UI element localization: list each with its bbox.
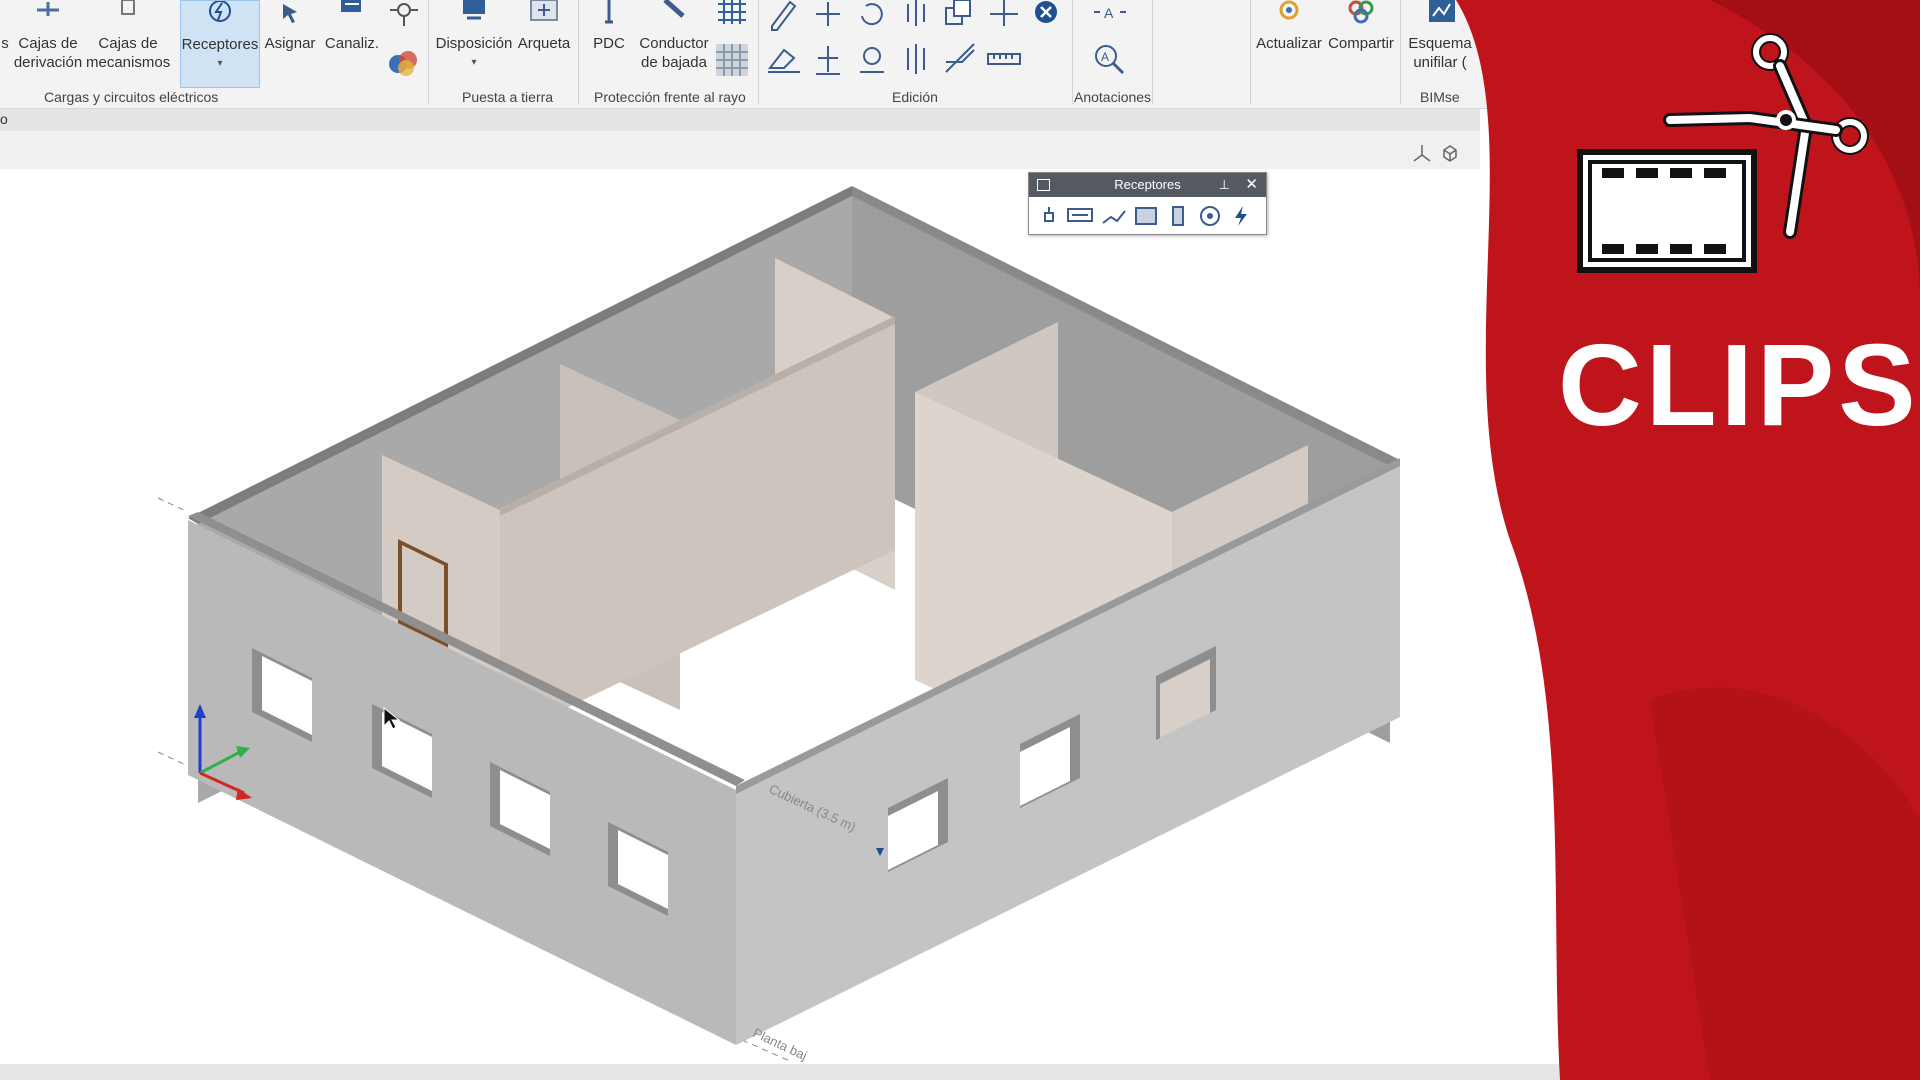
eraser-icon[interactable]: [766, 42, 802, 78]
delete-icon[interactable]: [1028, 0, 1064, 36]
measure-icon[interactable]: [986, 42, 1022, 78]
canalizacion-button[interactable]: Canaliz.: [322, 0, 382, 86]
dropdown-caret-icon: ▾: [217, 58, 223, 69]
group-separator: [578, 0, 579, 104]
group-separator: [1152, 0, 1153, 104]
group-separator: [1250, 0, 1251, 104]
panel-title: Receptores: [1114, 177, 1181, 192]
guide-line: [157, 497, 189, 513]
group-label-puesta-tierra: Puesta a tierra: [462, 89, 554, 105]
pdc-button[interactable]: PDC: [584, 0, 634, 86]
3d-viewport[interactable]: .lab { font-family:"Liberation Sans", sa…: [0, 169, 1480, 1064]
lightning-icon[interactable]: [1231, 205, 1251, 227]
heater-icon[interactable]: [1067, 205, 1093, 227]
group-label-cargas: Cargas y circuitos eléctricos: [44, 89, 219, 105]
conduit-icon: [341, 0, 361, 12]
brand-title: CLIPS: [1558, 320, 1920, 450]
motor-icon[interactable]: [1101, 205, 1127, 227]
svg-text:A: A: [1101, 50, 1109, 64]
actualizar-button[interactable]: Actualizar: [1254, 0, 1324, 86]
move-icon[interactable]: [810, 0, 846, 36]
close-icon[interactable]: ✕: [1245, 173, 1258, 197]
group-separator: [758, 0, 759, 104]
grid-pattern-icon[interactable]: [714, 42, 750, 78]
mirror-icon[interactable]: [898, 0, 934, 36]
rotate-icon[interactable]: [854, 0, 890, 36]
pivot-icon[interactable]: [854, 42, 890, 78]
asignar-button[interactable]: Asignar: [262, 0, 318, 86]
align-icon[interactable]: [898, 42, 934, 78]
annotation-text-icon[interactable]: A: [1092, 0, 1128, 36]
building-model: .lab { font-family:"Liberation Sans", sa…: [157, 186, 1400, 1063]
split-icon[interactable]: [986, 0, 1022, 36]
ribbon-button-partial[interactable]: s: [0, 0, 10, 86]
color-wheel-icon[interactable]: [386, 44, 422, 80]
refresh-icon: [1279, 0, 1299, 20]
offset-icon[interactable]: [942, 42, 978, 78]
group-label-edicion: Edición: [892, 89, 938, 105]
status-bar: [0, 1064, 1560, 1080]
mechanism-box-icon: [121, 0, 135, 15]
annotation-search-icon[interactable]: A: [1092, 42, 1128, 78]
pin-icon[interactable]: ⊥: [1219, 173, 1230, 197]
pencil-icon[interactable]: [766, 0, 802, 36]
stretch-icon[interactable]: [810, 42, 846, 78]
pit-icon: [530, 0, 558, 21]
ribbon-toolbar: s Cajas de derivación Cajas de mecanismo…: [0, 0, 1500, 109]
clips-brand-overlay: [1456, 0, 1920, 1080]
mesh-icon[interactable]: [714, 0, 750, 36]
group-separator: [1400, 0, 1401, 104]
axis-view-icon[interactable]: [1412, 143, 1432, 163]
view-toolbar: [0, 131, 1480, 169]
group-label-anotaciones: Anotaciones: [1074, 89, 1152, 105]
appliance-icon[interactable]: [1133, 205, 1159, 227]
disposicion-button[interactable]: Disposición ▾: [434, 0, 514, 86]
group-separator: [1072, 0, 1073, 104]
strip-left-text: o: [0, 111, 8, 127]
level-label-planta-baja: Planta baj: [751, 1025, 810, 1063]
compartir-button[interactable]: Compartir: [1326, 0, 1396, 86]
junction-box-icon: [37, 2, 59, 16]
panel-tool-row: [1029, 197, 1266, 233]
down-conductor-icon: [663, 0, 685, 18]
fan-icon[interactable]: [1197, 205, 1223, 227]
guide-line: [157, 751, 189, 767]
arqueta-button[interactable]: Arqueta: [516, 0, 572, 86]
grounding-layout-icon: [463, 0, 485, 20]
assign-icon: [283, 4, 297, 23]
lamp-icon[interactable]: [1039, 205, 1059, 227]
receptores-button[interactable]: Receptores ▾: [180, 0, 260, 88]
command-strip: o: [0, 109, 1480, 131]
dropdown-caret-icon: ▾: [471, 57, 477, 68]
group-label-proteccion: Protección frente al rayo: [594, 89, 746, 105]
share-icon: [1348, 0, 1374, 24]
receptores-panel[interactable]: Receptores ⊥ ✕: [1028, 172, 1267, 235]
cajas-mecanismos-button[interactable]: Cajas de mecanismos: [86, 0, 170, 86]
lightning-rod-icon: [605, 0, 613, 24]
cajas-derivacion-button[interactable]: Cajas de derivación: [12, 0, 84, 86]
copy-icon[interactable]: [942, 0, 978, 36]
conductor-bajada-button[interactable]: Conductor de bajada: [636, 0, 712, 86]
group-separator: [428, 0, 429, 104]
panel-titlebar[interactable]: Receptores ⊥ ✕: [1029, 173, 1266, 197]
lightning-icon: [209, 1, 231, 22]
circuit-icon[interactable]: [386, 0, 422, 36]
svg-text:A: A: [1104, 5, 1114, 21]
water-heater-icon[interactable]: [1167, 205, 1189, 227]
